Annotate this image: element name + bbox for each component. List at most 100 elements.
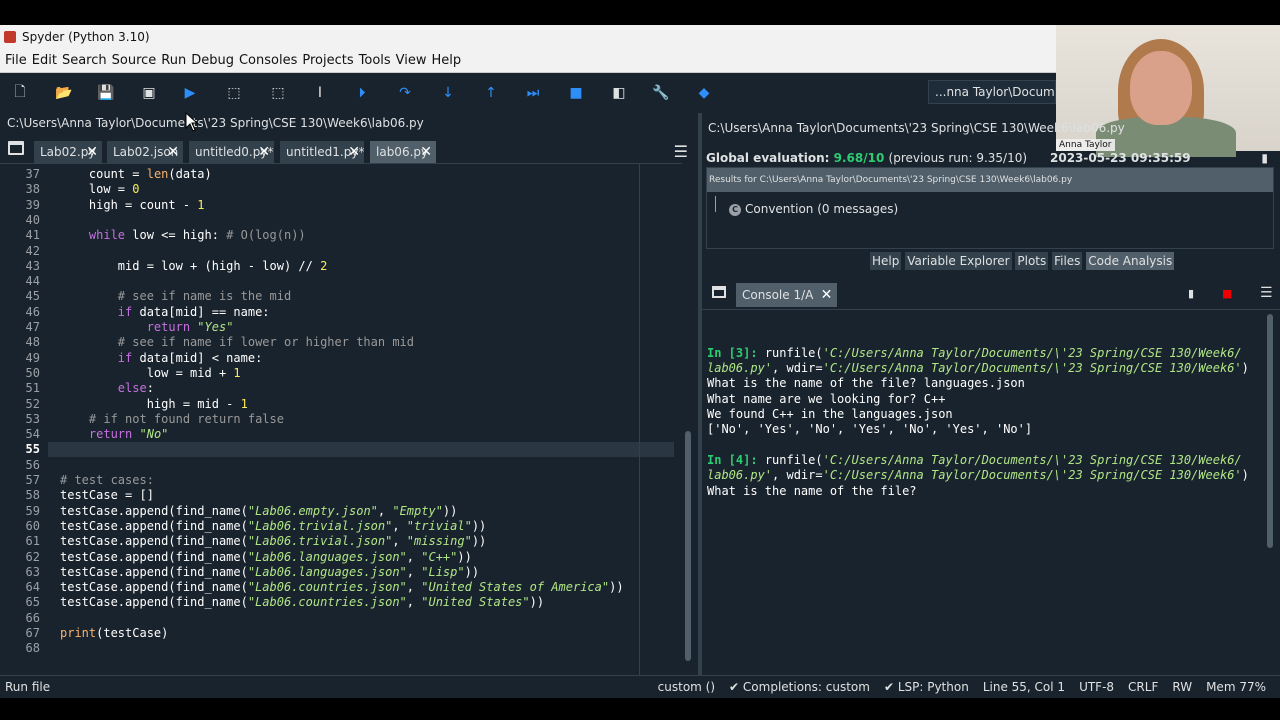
tab-untitled1-py-[interactable]: untitled1.py* ✕ <box>280 141 364 163</box>
plugin-tab-variable-explorer[interactable]: Variable Explorer <box>905 252 1012 270</box>
line-number: 52 <box>25 396 40 411</box>
save-icon[interactable]: 💾 <box>96 83 116 103</box>
status-item: ✔ LSP: Python <box>883 680 969 694</box>
close-tab-icon[interactable]: ✕ <box>348 141 360 163</box>
console-tab[interactable]: Console 1/A ✕ <box>736 283 838 307</box>
debug-stop-icon[interactable]: ■ <box>566 83 586 103</box>
menu-consoles[interactable]: Consoles <box>239 49 297 73</box>
console-scrollbar-thumb[interactable] <box>1267 314 1273 548</box>
line-number: 48 <box>25 335 40 350</box>
run-file-icon[interactable]: ▶ <box>180 83 200 103</box>
code-line: testCase.append(find_name("Lab06.countri… <box>60 595 545 610</box>
clear-console-icon[interactable]: ▮ <box>1188 287 1194 300</box>
convention-icon: C <box>729 203 741 216</box>
save-all-icon[interactable]: ▣ <box>139 83 159 103</box>
menu-view[interactable]: View <box>396 49 427 73</box>
interrupt-kernel-icon[interactable]: ■ <box>1222 287 1232 300</box>
debug-continue-icon[interactable]: ⏭ <box>523 83 543 103</box>
status-message: Run file <box>5 680 51 694</box>
working-directory-combo[interactable]: ...nna Taylor\Documents\'2 <box>928 80 1056 104</box>
console-line: What name are we looking for? C++ <box>707 392 946 406</box>
convention-row[interactable]: C Convention (0 messages) <box>717 202 898 216</box>
console-options-menu-icon[interactable]: ☰ <box>1260 285 1273 301</box>
line-number: 68 <box>25 641 40 656</box>
menu-edit[interactable]: Edit <box>32 49 57 73</box>
close-tab-icon[interactable]: ✕ <box>86 141 98 163</box>
close-tab-icon[interactable]: ✕ <box>258 141 270 163</box>
plugin-tab-help[interactable]: Help <box>870 252 902 270</box>
code-line: high = mid - 1 <box>60 396 248 411</box>
code-line: return "No" <box>88 427 169 442</box>
code-line: return "Yes" <box>146 320 234 334</box>
menu-projects[interactable]: Projects <box>302 49 353 73</box>
previous-run: (previous run: 9.35/10) <box>888 151 1028 165</box>
line-number: 63 <box>25 564 40 579</box>
browse-tabs-icon[interactable] <box>8 141 24 155</box>
debug-step-into-icon[interactable]: ↓ <box>438 83 458 103</box>
line-number: 41 <box>25 228 40 243</box>
status-item: CRLF <box>1128 680 1159 694</box>
close-tab-icon[interactable]: ✕ <box>420 141 432 163</box>
analysis-file-path: C:\Users\Anna Taylor\Documents\'23 Sprin… <box>708 121 1125 135</box>
line-number: 66 <box>25 610 40 625</box>
console-line: In [4]: runfile('C:/Users/Anna Taylor/Do… <box>707 453 1242 467</box>
line-number: 51 <box>25 381 40 396</box>
plugin-tabs: Help Variable Explorer Plots Files Code … <box>870 252 1175 270</box>
code-line: testCase.append(find_name("Lab06.languag… <box>60 549 472 564</box>
run-cell-advance-icon[interactable]: ⬚ <box>268 83 288 103</box>
current-line-highlight <box>48 442 674 458</box>
console-line: ['No', 'Yes', 'No', 'Yes', 'No', 'Yes', … <box>707 422 1033 436</box>
evaluation-score: 9.68/10 <box>833 151 885 165</box>
line-number: 43 <box>25 258 40 273</box>
code-line: low = 0 <box>60 182 140 197</box>
code-line: testCase.append(find_name("Lab06.trivial… <box>60 534 487 549</box>
open-file-icon[interactable]: 📂 <box>54 83 74 103</box>
status-item: ✔ Completions: custom <box>729 680 870 694</box>
global-evaluation-label: Global evaluation: <box>706 151 830 165</box>
menu-search[interactable]: Search <box>62 49 107 73</box>
code-line: # see if name is the mid <box>117 289 292 304</box>
run-cell-icon[interactable]: ⬚ <box>224 83 244 103</box>
menu-file[interactable]: File <box>5 49 27 73</box>
code-line: testCase.append(find_name("Lab06.trivial… <box>60 518 487 533</box>
menu-source[interactable]: Source <box>112 49 157 73</box>
menu-help[interactable]: Help <box>432 49 462 73</box>
editor-scrollbar[interactable] <box>684 163 692 667</box>
python-path-icon[interactable]: ◆ <box>694 83 714 103</box>
debug-step-over-icon[interactable]: ↷ <box>395 83 415 103</box>
preferences-icon[interactable]: 🔧 <box>651 83 671 103</box>
run-selection-icon[interactable]: I <box>310 83 330 103</box>
menu-run[interactable]: Run <box>161 49 186 73</box>
close-tab-icon[interactable]: ✕ <box>167 141 179 163</box>
line-number: 57 <box>25 473 40 487</box>
plugin-tab-code-analysis[interactable]: Code Analysis <box>1086 252 1175 270</box>
save-report-icon[interactable]: ▮ <box>1261 151 1268 165</box>
line-number: 46 <box>25 304 40 319</box>
line-number: 53 <box>25 411 40 426</box>
code-line: if data[mid] < name: <box>117 350 263 365</box>
plugin-tab-plots[interactable]: Plots <box>1015 252 1049 270</box>
line-number: 50 <box>25 365 40 380</box>
console-scrollbar[interactable] <box>1266 314 1274 676</box>
menu-debug[interactable]: Debug <box>191 49 234 73</box>
line-number: 38 <box>25 182 40 197</box>
code-editor[interactable]: 37 count = len(data) 38 low = 0 39 high = … <box>0 163 682 676</box>
tab-lab02-json[interactable]: Lab02.json ✕ <box>107 141 183 163</box>
line-number: 58 <box>25 488 40 503</box>
line-number: 44 <box>25 274 40 289</box>
plugin-tab-files[interactable]: Files <box>1052 252 1083 270</box>
tab-lab06-py[interactable]: lab06.py ✕ <box>370 141 436 163</box>
new-file-icon[interactable]: 🗋 <box>10 83 30 103</box>
analysis-results: Results for C:\Users\Anna Taylor\Documen… <box>706 167 1274 249</box>
editor-options-menu-icon[interactable]: ☰ <box>674 142 688 161</box>
debug-file-icon[interactable]: ⏵ <box>352 83 372 103</box>
close-console-icon[interactable]: ✕ <box>821 283 833 307</box>
ipython-console[interactable]: In [3]: runfile('C:/Users/Anna Taylor/Do… <box>702 309 1280 685</box>
editor-scrollbar-thumb[interactable] <box>685 431 691 661</box>
maximize-pane-icon[interactable]: ◧ <box>609 83 629 103</box>
debug-step-return-icon[interactable]: ↑ <box>481 83 501 103</box>
browse-consoles-icon[interactable] <box>712 286 726 298</box>
menu-tools[interactable]: Tools <box>359 49 391 73</box>
tab-untitled0-py-[interactable]: untitled0.py* ✕ <box>189 141 274 163</box>
tab-lab02-py[interactable]: Lab02.py ✕ <box>34 141 102 163</box>
